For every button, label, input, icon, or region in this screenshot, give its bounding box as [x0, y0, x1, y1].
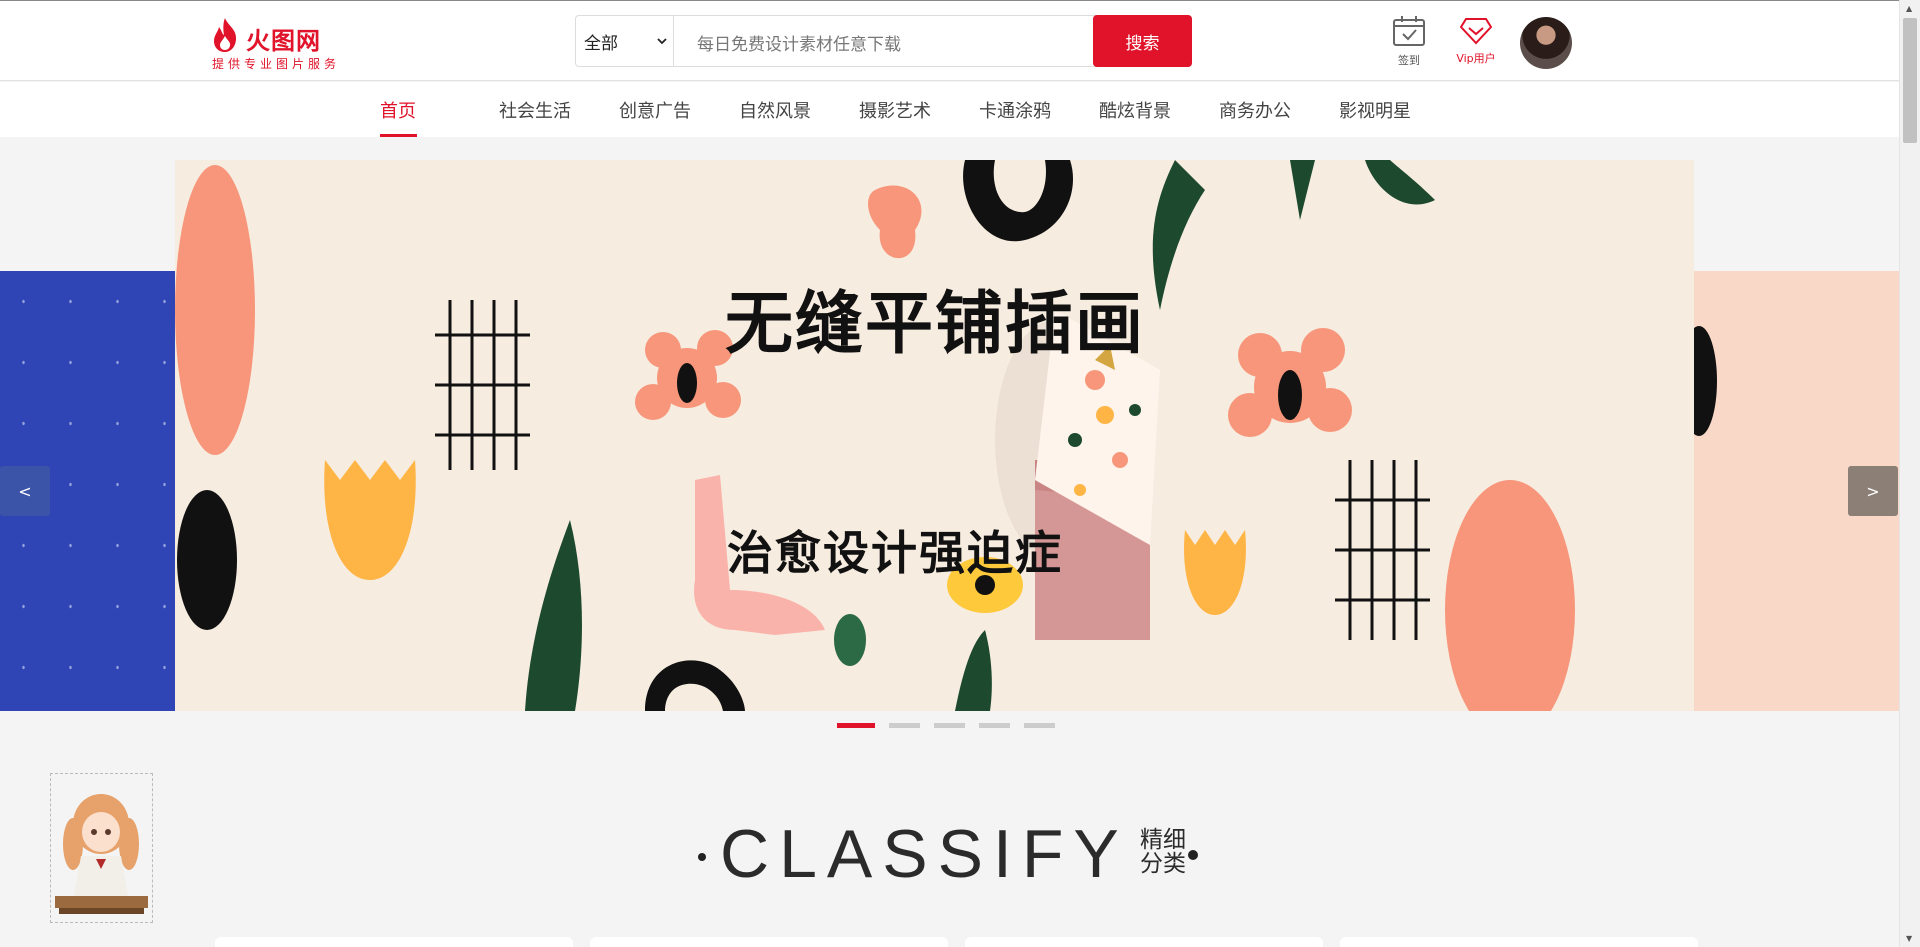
- nav-active-underline: [380, 134, 417, 137]
- banner-next-button[interactable]: >: [1848, 466, 1898, 516]
- vip-label: Vip用户: [1456, 52, 1496, 65]
- banner-dot-2[interactable]: [889, 723, 920, 728]
- nav-item-social-life[interactable]: 社会生活: [499, 97, 571, 123]
- search-category-select[interactable]: 全部: [576, 16, 674, 66]
- nav-item-nature[interactable]: 自然风景: [739, 97, 811, 123]
- banner-dot-1[interactable]: [837, 723, 875, 728]
- flame-icon: [214, 18, 237, 52]
- site-slogan: 提供专业图片服务: [212, 57, 341, 71]
- heading-dot-left: [698, 853, 706, 861]
- user-avatar[interactable]: [1520, 17, 1572, 69]
- top-header: 火图网 提供专业图片服务 全部 每日免费设计素材任意下载 搜索 签到 Vip用户: [0, 0, 1899, 81]
- banner-pagination: [837, 723, 1055, 728]
- banner-prev-button[interactable]: <: [0, 466, 50, 516]
- category-nav: 首页 社会生活 创意广告 自然风景 摄影艺术 卡通涂鸦 酷炫背景 商务办公 影视…: [0, 82, 1899, 137]
- section-title-cn-line2: 分类: [1140, 851, 1186, 877]
- anime-girl-illustration: [55, 794, 148, 914]
- category-card[interactable]: [215, 937, 573, 947]
- banner-title: 无缝平铺插画: [725, 285, 1146, 364]
- banner-illustration: [175, 160, 1575, 711]
- category-card[interactable]: [965, 937, 1323, 947]
- scroll-down-icon[interactable]: ▼: [1906, 934, 1912, 943]
- nav-item-photography[interactable]: 摄影艺术: [859, 97, 931, 123]
- mascot-image[interactable]: [50, 773, 153, 923]
- nav-item-backgrounds[interactable]: 酷炫背景: [1099, 97, 1171, 123]
- banner-slide[interactable]: 无缝平铺插画 治愈设计强迫症: [175, 160, 1694, 711]
- search-category-value: 全部: [584, 33, 618, 54]
- scrollbar-thumb[interactable]: [1903, 18, 1917, 143]
- section-title-en: CLASSIFY: [720, 816, 1129, 892]
- search-input[interactable]: 每日免费设计素材任意下载: [697, 30, 901, 55]
- category-card[interactable]: [1340, 937, 1698, 947]
- checkin-label: 签到: [1398, 54, 1420, 67]
- section-heading: CLASSIFY 精细 分类: [698, 815, 1208, 895]
- search-bar: 全部 每日免费设计素材任意下载 搜索: [575, 15, 1192, 67]
- heading-dot-right: [1188, 850, 1198, 860]
- nav-item-cartoon[interactable]: 卡通涂鸦: [979, 97, 1051, 123]
- nav-item-home[interactable]: 首页: [380, 97, 416, 123]
- nav-item-creative-ads[interactable]: 创意广告: [619, 97, 691, 123]
- page-scrollbar[interactable]: ▲ ▼: [1899, 0, 1920, 947]
- section-title-cn-line1: 精细: [1140, 827, 1186, 853]
- vip-button[interactable]: Vip用户: [1451, 15, 1501, 66]
- site-name: 火图网: [246, 27, 321, 55]
- calendar-check-icon: [1393, 16, 1425, 46]
- category-card[interactable]: [590, 937, 948, 947]
- banner-dot-5[interactable]: [1024, 723, 1055, 728]
- search-button[interactable]: 搜索: [1093, 15, 1192, 67]
- site-logo[interactable]: 火图网 提供专业图片服务: [210, 15, 360, 71]
- diamond-icon: [1459, 18, 1493, 45]
- chevron-down-icon: [657, 38, 667, 45]
- section-title-cn: 精细 分类: [1140, 828, 1194, 876]
- banner-subtitle: 治愈设计强迫症: [727, 526, 1063, 580]
- nav-item-business[interactable]: 商务办公: [1219, 97, 1291, 123]
- banner-dot-4[interactable]: [979, 723, 1010, 728]
- scroll-up-icon[interactable]: ▲: [1906, 4, 1912, 13]
- checkin-button[interactable]: 签到: [1391, 15, 1427, 68]
- banner-dot-3[interactable]: [934, 723, 965, 728]
- nav-item-celebrities[interactable]: 影视明星: [1339, 97, 1411, 123]
